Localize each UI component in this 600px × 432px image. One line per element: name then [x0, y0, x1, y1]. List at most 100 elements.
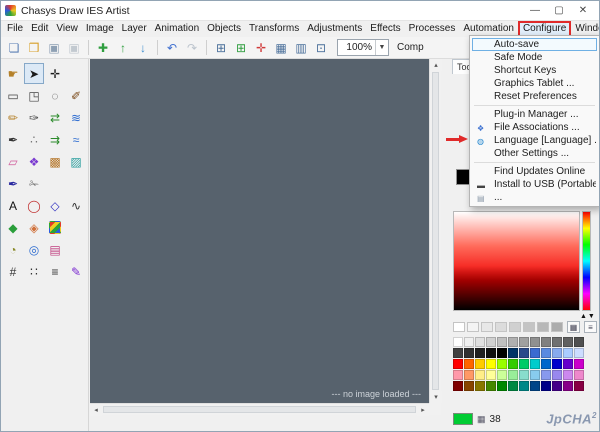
shape-tool[interactable]: ◆ — [3, 217, 23, 238]
brush-tool[interactable]: ✑ — [24, 107, 44, 128]
mini-swatch[interactable] — [481, 322, 493, 332]
palette-color-cell[interactable] — [464, 348, 474, 358]
polygon-tool[interactable]: ◇ — [45, 195, 65, 216]
palette-color-cell[interactable] — [497, 381, 507, 391]
palette-color-cell[interactable] — [530, 359, 540, 369]
palette-color-cell[interactable] — [530, 348, 540, 358]
palette-color-cell[interactable] — [552, 370, 562, 380]
palette-color-cell[interactable] — [530, 337, 540, 347]
close-button[interactable]: ✕ — [571, 2, 595, 20]
select-tool[interactable]: ➤ — [24, 63, 44, 84]
panels-icon[interactable]: ▥ — [291, 38, 311, 57]
marquee-tool[interactable]: ▭ — [3, 85, 23, 106]
shift-tool[interactable]: ⇉ — [45, 129, 65, 150]
menu-item-edit[interactable]: Edit — [27, 21, 52, 37]
menu-item-transforms[interactable]: Transforms — [245, 21, 303, 37]
scroll-left-icon[interactable]: ◂ — [90, 404, 102, 416]
menu-item-adjustments[interactable]: Adjustments — [303, 21, 366, 37]
lines-tool[interactable]: ≡ — [45, 261, 65, 282]
pencil-tool[interactable]: ✏ — [3, 107, 23, 128]
maximize-button[interactable]: ▢ — [547, 2, 571, 20]
configure-menu-item-auto-save[interactable]: Auto-save — [472, 38, 597, 51]
palette-color-cell[interactable] — [497, 337, 507, 347]
crop-tool[interactable]: ◳ — [24, 85, 44, 106]
marker-tool[interactable]: ✒ — [3, 129, 23, 150]
palette-color-cell[interactable] — [497, 359, 507, 369]
curve-tool[interactable]: ∿ — [66, 195, 86, 216]
mini-swatch[interactable] — [509, 322, 521, 332]
palette-color-cell[interactable] — [453, 370, 463, 380]
palette-color-cell[interactable] — [563, 370, 573, 380]
palette-menu-button[interactable]: ≡ — [584, 321, 597, 333]
ink-pen-tool[interactable]: ✒ — [3, 173, 23, 194]
lasso-tool[interactable]: ◌ — [45, 85, 65, 106]
palette-color-cell[interactable] — [508, 381, 518, 391]
canvas-surface[interactable]: --- no image loaded --- — [90, 59, 429, 403]
menu-item-objects[interactable]: Objects — [203, 21, 245, 37]
palette-color-cell[interactable] — [475, 337, 485, 347]
palette-color-cell[interactable] — [563, 337, 573, 347]
ripple-tool[interactable]: ≈ — [66, 129, 86, 150]
mini-swatch[interactable] — [467, 322, 479, 332]
ellipse-tool[interactable]: ◯ — [24, 195, 44, 216]
palette-color-cell[interactable] — [464, 381, 474, 391]
horizontal-scroll-thumb[interactable] — [103, 406, 416, 413]
menu-item-effects[interactable]: Effects — [366, 21, 404, 37]
import-icon[interactable]: ↑ — [113, 38, 133, 57]
palette-color-cell[interactable] — [519, 348, 529, 358]
palette-color-cell[interactable] — [530, 370, 540, 380]
export-icon[interactable]: ↓ — [133, 38, 153, 57]
palette-color-cell[interactable] — [574, 381, 584, 391]
palette-color-cell[interactable] — [574, 370, 584, 380]
move-tool[interactable]: ✛ — [45, 63, 65, 84]
palette-color-cell[interactable] — [453, 381, 463, 391]
scroll-up-icon[interactable]: ▴ — [430, 59, 442, 71]
palette-color-cell[interactable] — [486, 348, 496, 358]
undo-icon[interactable]: ↶ — [162, 38, 182, 57]
hue-strip[interactable] — [582, 211, 591, 311]
palette-color-cell[interactable] — [464, 370, 474, 380]
menu-item-view[interactable]: View — [52, 21, 82, 37]
path-tool[interactable]: ✐ — [66, 85, 86, 106]
configure-menu-item-file-associations[interactable]: ❖File Associations ... — [472, 121, 597, 134]
palette-color-cell[interactable] — [552, 348, 562, 358]
grid-tool[interactable]: # — [3, 261, 23, 282]
palette-color-cell[interactable] — [486, 370, 496, 380]
palette-color-cell[interactable] — [563, 348, 573, 358]
open-file-icon[interactable]: ❒ — [24, 38, 44, 57]
configure-menu-item-install-to-usb-portable[interactable]: ▬Install to USB (Portable) — [472, 178, 597, 191]
vector-pen-tool[interactable]: ✎ — [66, 261, 86, 282]
configure-menu-item-reset-preferences[interactable]: Reset Preferences — [472, 90, 597, 103]
palette-color-cell[interactable] — [475, 370, 485, 380]
configure-menu-item-item[interactable]: ▤... — [472, 191, 597, 204]
palette-color-cell[interactable] — [552, 337, 562, 347]
mini-swatch[interactable] — [537, 322, 549, 332]
save-icon[interactable]: ▣ — [44, 38, 64, 57]
save-as-icon[interactable]: ▣ — [64, 38, 84, 57]
palette-color-cell[interactable] — [486, 359, 496, 369]
minimize-button[interactable]: — — [523, 2, 547, 20]
menu-item-animation[interactable]: Animation — [151, 21, 203, 37]
texture-tool[interactable]: ▩ — [45, 151, 65, 172]
palette-color-cell[interactable] — [552, 381, 562, 391]
palette-color-cell[interactable] — [508, 348, 518, 358]
zoom-select[interactable]: 100% ▼ — [337, 39, 389, 56]
configure-menu-item-graphics-tablet[interactable]: Graphics Tablet ... — [472, 77, 597, 90]
scroll-right-icon[interactable]: ▸ — [417, 404, 429, 416]
pan-tool[interactable]: ☛ — [3, 63, 23, 84]
palette-color-cell[interactable] — [519, 381, 529, 391]
palette-color-cell[interactable] — [464, 359, 474, 369]
redo-icon[interactable]: ↷ — [182, 38, 202, 57]
red-cross-icon[interactable]: ✛ — [251, 38, 271, 57]
hue-scroll-icons[interactable]: ▲▼ — [580, 313, 596, 320]
palette-color-cell[interactable] — [508, 370, 518, 380]
new-image-icon[interactable]: ❏ — [4, 38, 24, 57]
palette-color-cell[interactable] — [475, 381, 485, 391]
palette-color-cell[interactable] — [475, 359, 485, 369]
palette-color-cell[interactable] — [541, 381, 551, 391]
palette-color-cell[interactable] — [453, 348, 463, 358]
palette-color-cell[interactable] — [530, 381, 540, 391]
scroll-down-icon[interactable]: ▾ — [430, 391, 442, 403]
pattern-tool[interactable]: ▨ — [66, 151, 86, 172]
target-tool[interactable]: ◎ — [24, 239, 44, 260]
